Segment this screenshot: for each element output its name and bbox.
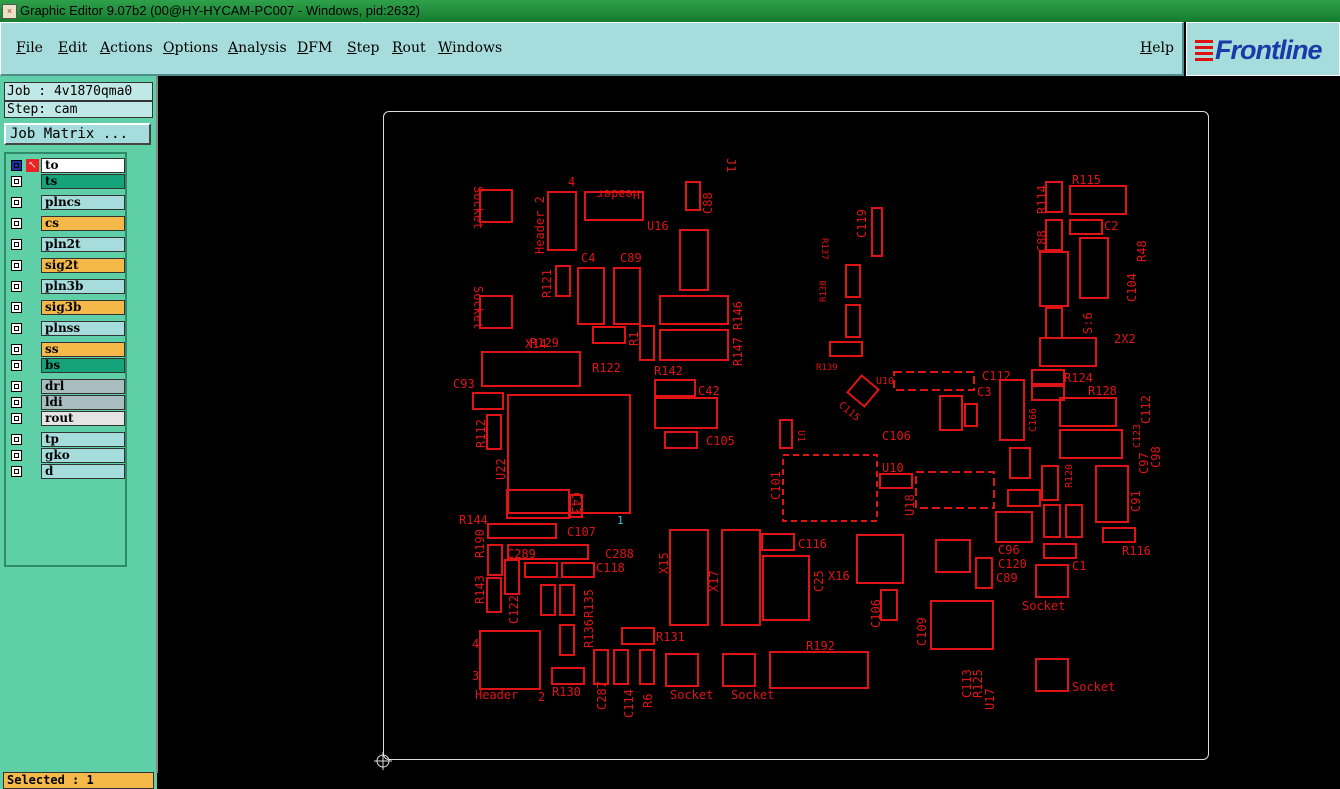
label: R146 bbox=[731, 301, 745, 330]
label: U10 bbox=[882, 461, 904, 475]
label: C4 bbox=[581, 251, 595, 265]
label: R136 bbox=[582, 619, 596, 648]
label: U1 bbox=[795, 430, 806, 442]
pcb-silkscreen: R129 R122 C4 C89 U16 R142 C42 C105 X14 C… bbox=[374, 158, 1163, 770]
label: Socket bbox=[1072, 680, 1115, 694]
label: R137 bbox=[819, 238, 829, 260]
label: C166 bbox=[1028, 408, 1039, 432]
label: R143 bbox=[473, 575, 487, 604]
label: C88 bbox=[701, 192, 715, 214]
origin-marker-icon bbox=[374, 752, 392, 770]
header-footprint bbox=[547, 191, 577, 251]
label: R147 bbox=[731, 337, 745, 366]
label: C109 bbox=[915, 617, 929, 646]
label: C289 bbox=[507, 547, 536, 561]
label: C2 bbox=[1104, 219, 1118, 233]
label: C88 bbox=[1035, 230, 1049, 252]
label: U18 bbox=[903, 494, 917, 516]
label: C288 bbox=[605, 547, 634, 561]
label: J1 bbox=[724, 158, 738, 172]
label: C89 bbox=[620, 251, 642, 265]
label: R116 bbox=[1122, 544, 1151, 558]
label: R112 bbox=[474, 419, 488, 448]
label: 4 bbox=[472, 637, 479, 651]
label: C115 bbox=[836, 400, 862, 424]
socket-footprint bbox=[722, 653, 756, 687]
label: C122 bbox=[507, 595, 521, 624]
label: Socket bbox=[731, 688, 774, 702]
label: R139 bbox=[816, 363, 838, 373]
label: C105 bbox=[706, 434, 735, 448]
label: R124 bbox=[1064, 371, 1093, 385]
label: C42 bbox=[698, 384, 720, 398]
label: 2 bbox=[538, 690, 545, 704]
label: C107 bbox=[567, 525, 596, 539]
label: X17 bbox=[707, 570, 721, 592]
label: R121 bbox=[540, 269, 554, 298]
socket-footprint bbox=[665, 653, 699, 687]
label: R115 bbox=[1072, 173, 1101, 187]
label: R135 bbox=[582, 589, 596, 618]
label: Socket bbox=[471, 186, 485, 229]
label: U10 bbox=[876, 376, 894, 387]
label: C43 bbox=[569, 492, 583, 514]
label: C1 bbox=[1072, 559, 1086, 573]
label: C104 bbox=[1125, 273, 1139, 302]
crystal-footprint bbox=[721, 529, 761, 626]
label: C106 bbox=[882, 429, 911, 443]
label: C287 bbox=[595, 681, 609, 710]
label: C89 bbox=[996, 571, 1018, 585]
label: Socket bbox=[670, 688, 713, 702]
header-footprint bbox=[479, 630, 541, 690]
label: R130 bbox=[552, 685, 581, 699]
label: R142 bbox=[654, 364, 683, 378]
label: Header bbox=[475, 688, 518, 702]
label: C3 bbox=[977, 385, 991, 399]
label: U22 bbox=[494, 458, 508, 480]
label: Socket bbox=[471, 286, 485, 329]
label: 3 bbox=[472, 669, 479, 683]
label: Socket bbox=[1022, 599, 1065, 613]
label: X15 bbox=[657, 552, 671, 574]
label: Header bbox=[597, 187, 640, 201]
label: C93 bbox=[453, 377, 475, 391]
label: R48 bbox=[1135, 240, 1149, 262]
label: C120 bbox=[998, 557, 1027, 571]
socket-footprint bbox=[1035, 564, 1069, 598]
label: R190 bbox=[473, 529, 487, 558]
label: U16 bbox=[647, 219, 669, 233]
label: 2X2 bbox=[1114, 332, 1136, 346]
label: R114 bbox=[1035, 185, 1049, 214]
label: X14 bbox=[525, 337, 547, 351]
label: C106 bbox=[869, 599, 883, 628]
label: C101 bbox=[769, 471, 783, 500]
label: C96 bbox=[998, 543, 1020, 557]
label: C112 bbox=[982, 369, 1011, 383]
label: C119 bbox=[855, 209, 869, 238]
label: 4 bbox=[568, 175, 575, 189]
label: R128 bbox=[1088, 384, 1117, 398]
label: R120 bbox=[1064, 464, 1075, 488]
label: R122 bbox=[592, 361, 621, 375]
label: X16 bbox=[828, 569, 850, 583]
label: C112 bbox=[1139, 395, 1153, 424]
label: C91 bbox=[1129, 490, 1143, 512]
label: R1 bbox=[627, 332, 641, 346]
label: C98 bbox=[1149, 446, 1163, 468]
label: Header 2 bbox=[533, 196, 547, 254]
label: R144 bbox=[459, 513, 488, 527]
label: R138 bbox=[819, 280, 829, 302]
socket-footprint bbox=[1035, 658, 1069, 692]
step-marker-label: 1 bbox=[617, 514, 624, 527]
label: C123 bbox=[1132, 424, 1143, 448]
label: C114 bbox=[622, 689, 636, 718]
label: U17 bbox=[983, 688, 997, 710]
label: S:6 bbox=[1081, 312, 1095, 334]
label: C25 bbox=[812, 570, 826, 592]
crystal-footprint bbox=[669, 529, 709, 626]
label: R6 bbox=[641, 694, 655, 708]
label: R192 bbox=[806, 639, 835, 653]
label: C118 bbox=[596, 561, 625, 575]
label: R131 bbox=[656, 630, 685, 644]
